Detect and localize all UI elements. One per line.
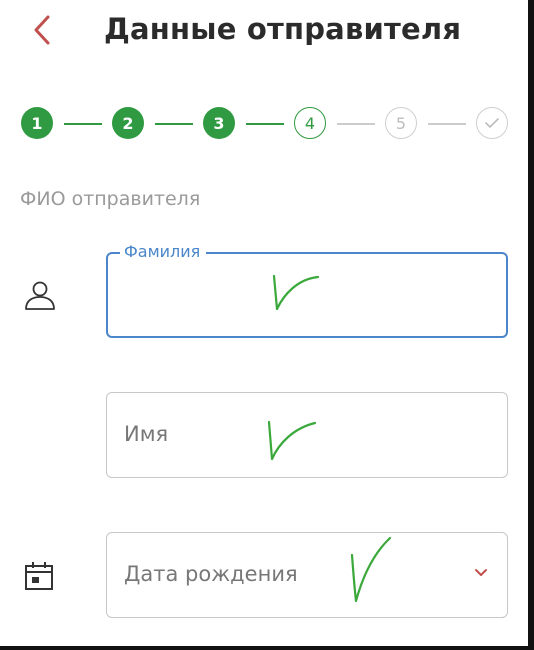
- chevron-left-icon: [34, 15, 50, 45]
- step-2: 2: [112, 107, 144, 139]
- surname-input[interactable]: Фамилия: [106, 240, 508, 338]
- name-placeholder: Имя: [124, 422, 169, 446]
- check-icon: [485, 118, 499, 128]
- section-label: ФИО отправителя: [20, 188, 201, 210]
- step-connector: [246, 123, 284, 125]
- step-connector: [428, 123, 466, 125]
- screenshot-border-right: [528, 0, 534, 650]
- birth-date-placeholder: Дата рождения: [124, 562, 298, 586]
- name-input[interactable]: Имя: [106, 392, 508, 478]
- surname-label: Фамилия: [120, 240, 207, 264]
- calendar-icon: [24, 561, 54, 595]
- step-3: 3: [203, 107, 235, 139]
- step-connector: [155, 123, 193, 125]
- step-connector: [337, 123, 375, 125]
- person-icon: [23, 280, 57, 316]
- chevron-down-icon: [475, 569, 487, 576]
- back-button[interactable]: [22, 10, 62, 50]
- step-connector: [64, 123, 102, 125]
- birth-date-select[interactable]: Дата рождения: [106, 532, 508, 618]
- step-5: 5: [385, 107, 417, 139]
- step-4: 4: [294, 107, 326, 139]
- step-1: 1: [21, 107, 53, 139]
- page-title: Данные отправителя: [104, 12, 462, 46]
- step-final: [476, 107, 508, 139]
- screenshot-border-bottom: [0, 646, 534, 650]
